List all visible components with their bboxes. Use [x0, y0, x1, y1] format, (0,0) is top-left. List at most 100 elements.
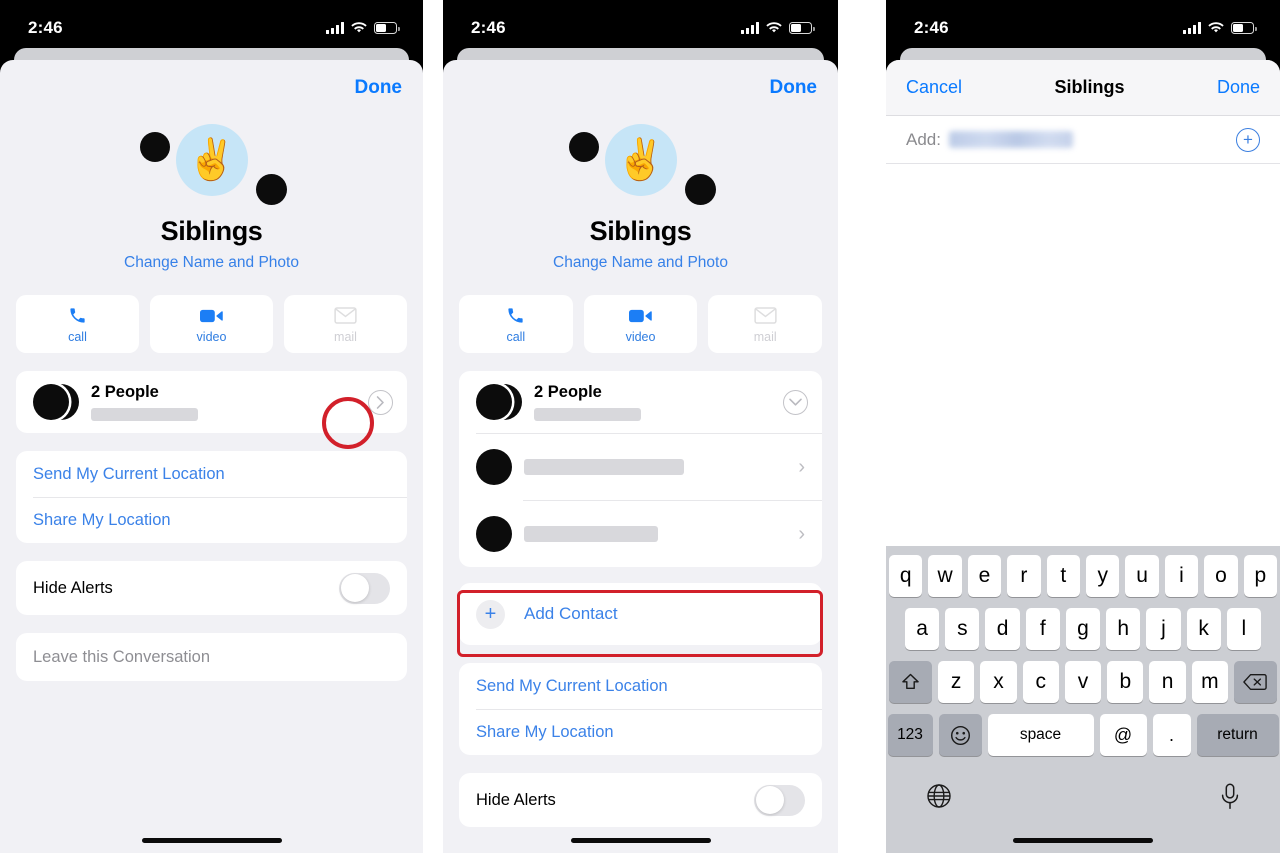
done-button[interactable]: Done — [1217, 77, 1260, 98]
people-disclosure-button[interactable] — [368, 389, 393, 415]
key-v[interactable]: v — [1064, 661, 1102, 703]
redacted-names — [91, 408, 198, 421]
phone-icon — [506, 305, 525, 327]
keyboard-row-3: z x c v b n m — [886, 661, 1280, 703]
call-button[interactable]: call — [16, 295, 139, 353]
status-time: 2:46 — [28, 18, 63, 37]
leave-conversation-row[interactable]: Leave this Conversation — [16, 633, 407, 681]
key-d[interactable]: d — [985, 608, 1020, 650]
microphone-icon[interactable] — [1220, 783, 1240, 810]
send-my-current-location-row[interactable]: Send My Current Location — [459, 663, 822, 709]
key-g[interactable]: g — [1065, 608, 1101, 650]
phone-panel-2: 2:46 Done ✌️ Siblings Change Name and Ph… — [443, 0, 838, 853]
group-header: ✌️ Siblings Change Name and Photo — [0, 116, 423, 274]
key-y[interactable]: y — [1086, 555, 1120, 597]
call-button[interactable]: call — [459, 295, 573, 353]
hide-alerts-toggle[interactable] — [754, 784, 805, 816]
stacked-avatars — [33, 384, 81, 420]
contact-row[interactable]: › — [459, 433, 822, 500]
mail-label: mail — [753, 329, 777, 344]
key-t[interactable]: t — [1046, 555, 1080, 597]
status-time: 2:46 — [914, 18, 949, 37]
group-name: Siblings — [589, 216, 692, 246]
numbers-key[interactable]: 123 — [887, 714, 933, 756]
cellular-bars-icon — [741, 22, 759, 34]
key-w[interactable]: w — [928, 555, 962, 597]
globe-icon[interactable] — [926, 783, 952, 809]
backspace-icon[interactable] — [1233, 661, 1277, 703]
change-name-and-photo-link[interactable]: Change Name and Photo — [0, 254, 423, 272]
key-p[interactable]: p — [1243, 555, 1278, 597]
contact-avatar — [476, 448, 512, 485]
people-row[interactable]: 2 People — [16, 371, 407, 433]
key-e[interactable]: e — [967, 555, 1002, 597]
chevron-right-icon: › — [798, 522, 805, 545]
key-r[interactable]: r — [1007, 555, 1041, 597]
status-icons — [1183, 22, 1257, 34]
key-i[interactable]: i — [1164, 555, 1199, 597]
leave-conversation-card: Leave this Conversation — [16, 633, 407, 681]
contact-row[interactable]: › — [459, 500, 822, 567]
keyboard-row-2: a s d f g h j k l — [886, 608, 1280, 650]
hide-alerts-label: Hide Alerts — [33, 578, 113, 597]
people-row[interactable]: 2 People — [459, 371, 822, 433]
key-n[interactable]: n — [1149, 661, 1186, 703]
mail-icon — [754, 305, 777, 327]
leave-conversation-label: Leave this Conversation — [33, 647, 211, 666]
key-s[interactable]: s — [945, 608, 980, 650]
key-j[interactable]: j — [1146, 608, 1181, 650]
change-name-and-photo-link[interactable]: Change Name and Photo — [443, 254, 838, 272]
people-count-label: 2 People — [91, 383, 159, 401]
hide-alerts-toggle[interactable] — [339, 572, 390, 604]
key-l[interactable]: l — [1226, 608, 1261, 650]
sheet-toolbar: Done — [443, 60, 838, 116]
hide-alerts-row[interactable]: Hide Alerts — [459, 773, 822, 827]
group-name: Siblings — [160, 216, 263, 246]
keyboard-row-1: q w e r t y u i o p — [886, 555, 1280, 597]
redacted-contact-name — [524, 458, 684, 475]
done-button[interactable]: Done — [355, 77, 403, 99]
keyboard-row-4: 123 space @ . return — [886, 714, 1280, 756]
at-key[interactable]: @ — [1099, 714, 1147, 756]
phone-icon — [68, 305, 87, 327]
wifi-icon — [351, 22, 367, 34]
contact-avatar — [476, 515, 512, 552]
share-location-label: Share My Location — [476, 722, 614, 741]
mail-button[interactable]: mail — [708, 295, 823, 353]
return-key[interactable]: return — [1196, 714, 1279, 756]
key-q[interactable]: q — [888, 555, 923, 597]
key-h[interactable]: h — [1106, 608, 1141, 650]
space-key[interactable]: space — [987, 714, 1094, 756]
key-k[interactable]: k — [1186, 608, 1221, 650]
key-x[interactable]: x — [980, 661, 1017, 703]
key-u[interactable]: u — [1125, 555, 1159, 597]
period-key[interactable]: . — [1152, 714, 1191, 756]
plus-circle-icon[interactable]: + — [1236, 127, 1260, 152]
people-collapse-button[interactable] — [783, 389, 808, 415]
add-contact-card: + Add Contact — [459, 583, 822, 645]
key-o[interactable]: o — [1204, 555, 1238, 597]
key-a[interactable]: a — [905, 608, 940, 650]
send-my-current-location-row[interactable]: Send My Current Location — [16, 451, 407, 497]
send-location-label: Send My Current Location — [33, 464, 225, 483]
shift-icon[interactable] — [889, 661, 933, 703]
location-card: Send My Current Location Share My Locati… — [459, 663, 822, 755]
key-c[interactable]: c — [1022, 661, 1059, 703]
add-recipient-field[interactable]: Add: + — [886, 116, 1280, 164]
keyboard-bottom-bar — [886, 767, 1280, 819]
done-button[interactable]: Done — [770, 77, 818, 99]
mail-button[interactable]: mail — [284, 295, 407, 353]
key-m[interactable]: m — [1191, 661, 1228, 703]
emoji-icon[interactable] — [938, 714, 982, 756]
key-z[interactable]: z — [938, 661, 975, 703]
share-my-location-row[interactable]: Share My Location — [16, 497, 407, 543]
share-my-location-row[interactable]: Share My Location — [459, 709, 822, 755]
key-f[interactable]: f — [1025, 608, 1060, 650]
hide-alerts-row[interactable]: Hide Alerts — [16, 561, 407, 615]
cancel-button[interactable]: Cancel — [906, 77, 962, 98]
video-button[interactable]: video — [583, 295, 698, 353]
status-icons — [326, 22, 400, 34]
video-button[interactable]: video — [150, 295, 273, 353]
add-contact-row[interactable]: + Add Contact — [459, 583, 822, 645]
key-b[interactable]: b — [1107, 661, 1144, 703]
